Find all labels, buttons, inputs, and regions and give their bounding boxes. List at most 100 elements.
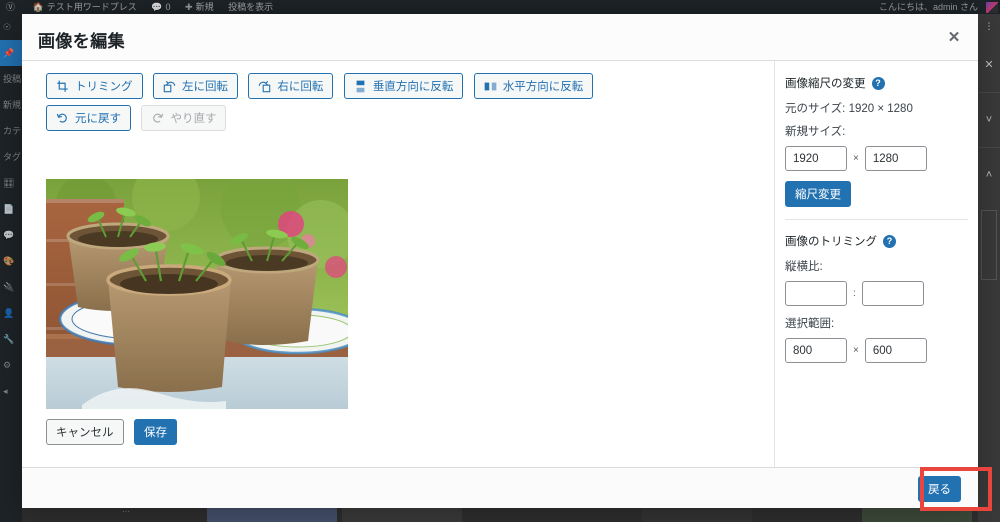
background-thumb: [981, 210, 997, 280]
help-icon[interactable]: ?: [871, 76, 885, 90]
rotate-left-button[interactable]: 左に回転: [152, 73, 238, 99]
avatar[interactable]: [986, 2, 998, 13]
sidebar-item-new[interactable]: 新規: [0, 92, 22, 118]
sidebar-item-plugins[interactable]: 🔌: [0, 274, 22, 300]
save-button[interactable]: 保存: [133, 419, 177, 445]
sidebar-item-media[interactable]: 📌: [0, 40, 22, 66]
selection-height-input[interactable]: [864, 338, 927, 363]
rotate-left-icon: [163, 80, 176, 93]
cancel-button-label: キャンセル: [56, 427, 114, 439]
chevron-down-icon[interactable]: ˅: [978, 93, 1000, 147]
aspect-ratio-label: 縦横比:: [785, 261, 823, 273]
rotate-right-button[interactable]: 右に回転: [248, 73, 334, 99]
more-vertical-icon[interactable]: ⋮: [978, 14, 1000, 38]
sidebar-item-users[interactable]: 👤: [0, 300, 22, 326]
scale-height-input[interactable]: [864, 146, 927, 171]
scale-image-heading-label: 画像縮尺の変更: [785, 78, 866, 90]
sidebar-label-categories: カテ: [3, 126, 22, 136]
wp-admin-bar: Ⓥ 🏠 テスト用ワードプレス 💬 0 ✚ 新規 投稿を表示 こんにちは、admin さ…: [0, 0, 1000, 14]
image-save-row: キャンセル 保存: [46, 419, 183, 445]
background-media-panel: ⋮ ✕ ˅ ˄: [978, 14, 1000, 522]
scale-apply-button-label: 縮尺変更: [795, 189, 841, 201]
plus-icon: ✚: [185, 2, 193, 12]
wp-admin-menu: ☉ 📌 投稿 新規 カテ タグ 🎛 📄 💬 🎨 🔌 👤 🔧 ⚙ ◂: [0, 14, 22, 522]
flip-vertical-icon: [354, 80, 367, 93]
sidebar-item-library[interactable]: 🎛: [0, 170, 22, 196]
scale-separator: ×: [853, 153, 859, 164]
new-content-label: 新規: [195, 2, 214, 12]
home-icon: 🏠: [32, 2, 44, 12]
selection-fields: ×: [785, 338, 978, 363]
close-icon[interactable]: ✕: [978, 38, 1000, 92]
sidebar-label-new: 新規: [3, 100, 22, 110]
sidebar-item-comments[interactable]: 💬: [0, 222, 22, 248]
edit-image-modal: 画像を編集 ✕ トリミング 左に回転 右に回転 垂直方向に反転 水平方向に反転 …: [22, 14, 978, 508]
site-name-item[interactable]: 🏠 テスト用ワードプレス: [27, 0, 143, 14]
selection-width-input[interactable]: [785, 338, 847, 363]
account-greeting[interactable]: こんにちは、admin さん: [879, 0, 978, 14]
aspect-width-input[interactable]: [785, 281, 847, 306]
sidebar-label-posts: 投稿: [3, 74, 22, 84]
page-title: 画像を編集: [38, 32, 125, 51]
rotate-right-button-label: 右に回転: [277, 81, 324, 93]
flip-vertical-button-label: 垂直方向に反転: [372, 81, 454, 93]
redo-button: やり直す: [141, 105, 227, 131]
sidebar-item-settings[interactable]: ⚙: [0, 352, 22, 378]
crop-image-heading-label: 画像のトリミング: [785, 236, 877, 248]
sidebar-item-tags[interactable]: タグ: [0, 144, 22, 170]
image-editor-pane: トリミング 左に回転 右に回転 垂直方向に反転 水平方向に反転 元に戻す やり直…: [22, 61, 775, 467]
comments-count: 0: [165, 2, 171, 12]
sidebar-item-posts[interactable]: 投稿: [0, 66, 22, 92]
chevron-up-icon[interactable]: ˄: [978, 148, 1000, 202]
sidebar-item-tools[interactable]: 🔧: [0, 326, 22, 352]
collapse-icon: ◂: [3, 386, 8, 396]
close-icon[interactable]: ✕: [938, 22, 970, 54]
new-size-fields: ×: [785, 146, 978, 171]
flip-vertical-button[interactable]: 垂直方向に反転: [343, 73, 464, 99]
cancel-button[interactable]: キャンセル: [46, 419, 124, 445]
original-size-value: 1920 × 1280: [848, 103, 913, 115]
tools-icon: 🔧: [3, 334, 15, 344]
undo-icon: [56, 112, 69, 125]
media-icon: 🎛: [3, 178, 15, 188]
new-content-item[interactable]: ✚ 新規: [179, 0, 220, 14]
sidebar-item-dashboard[interactable]: ☉: [0, 14, 22, 40]
rotate-left-button-label: 左に回転: [181, 81, 228, 93]
undo-button-label: 元に戻す: [75, 113, 121, 125]
wordpress-icon: Ⓥ: [6, 2, 16, 12]
crop-icon: [56, 80, 69, 93]
original-size-label: 元のサイズ:: [785, 103, 846, 115]
site-name-label: テスト用ワードプレス: [46, 2, 137, 12]
new-size-label: 新規サイズ:: [785, 126, 846, 138]
back-button-label: 戻る: [928, 484, 951, 496]
comment-bubble-icon: 💬: [151, 2, 163, 12]
selection-separator: ×: [853, 345, 859, 356]
save-button-label: 保存: [143, 427, 167, 439]
scale-apply-button[interactable]: 縮尺変更: [785, 181, 851, 207]
redo-button-label: やり直す: [170, 113, 217, 125]
scale-width-input[interactable]: [785, 146, 847, 171]
dashboard-icon: ☉: [3, 22, 12, 32]
sidebar-item-pages[interactable]: 📄: [0, 196, 22, 222]
sidebar-item-collapse[interactable]: ◂: [0, 378, 22, 404]
image-settings-pane: 画像縮尺の変更 ? 元のサイズ: 1920 × 1280 新規サイズ: × 縮尺…: [775, 61, 978, 467]
image-preview[interactable]: [46, 179, 348, 409]
help-icon[interactable]: ?: [883, 234, 896, 248]
aspect-ratio-fields: :: [785, 281, 978, 306]
comments-item[interactable]: 💬 0: [145, 0, 176, 14]
wordpress-logo-item[interactable]: Ⓥ: [0, 0, 24, 14]
settings-icon: ⚙: [3, 360, 12, 370]
sidebar-item-categories[interactable]: カテ: [0, 118, 22, 144]
crop-button[interactable]: トリミング: [46, 73, 143, 99]
sidebar-item-appearance[interactable]: 🎨: [0, 248, 22, 274]
aspect-height-input[interactable]: [861, 281, 924, 306]
back-button[interactable]: 戻る: [918, 476, 961, 502]
rotate-right-icon: [258, 80, 271, 93]
flip-horizontal-button[interactable]: 水平方向に反転: [473, 73, 594, 99]
image-tools-row-2: 元に戻す やり直す: [22, 105, 774, 131]
sidebar-label-tags: タグ: [3, 152, 22, 162]
flip-horizontal-button-label: 水平方向に反転: [502, 81, 584, 93]
view-post-item[interactable]: 投稿を表示: [222, 0, 279, 14]
screen: Ⓥ 🏠 テスト用ワードプレス 💬 0 ✚ 新規 投稿を表示 こんにちは、admin さ…: [0, 0, 1000, 522]
undo-button[interactable]: 元に戻す: [46, 105, 131, 131]
